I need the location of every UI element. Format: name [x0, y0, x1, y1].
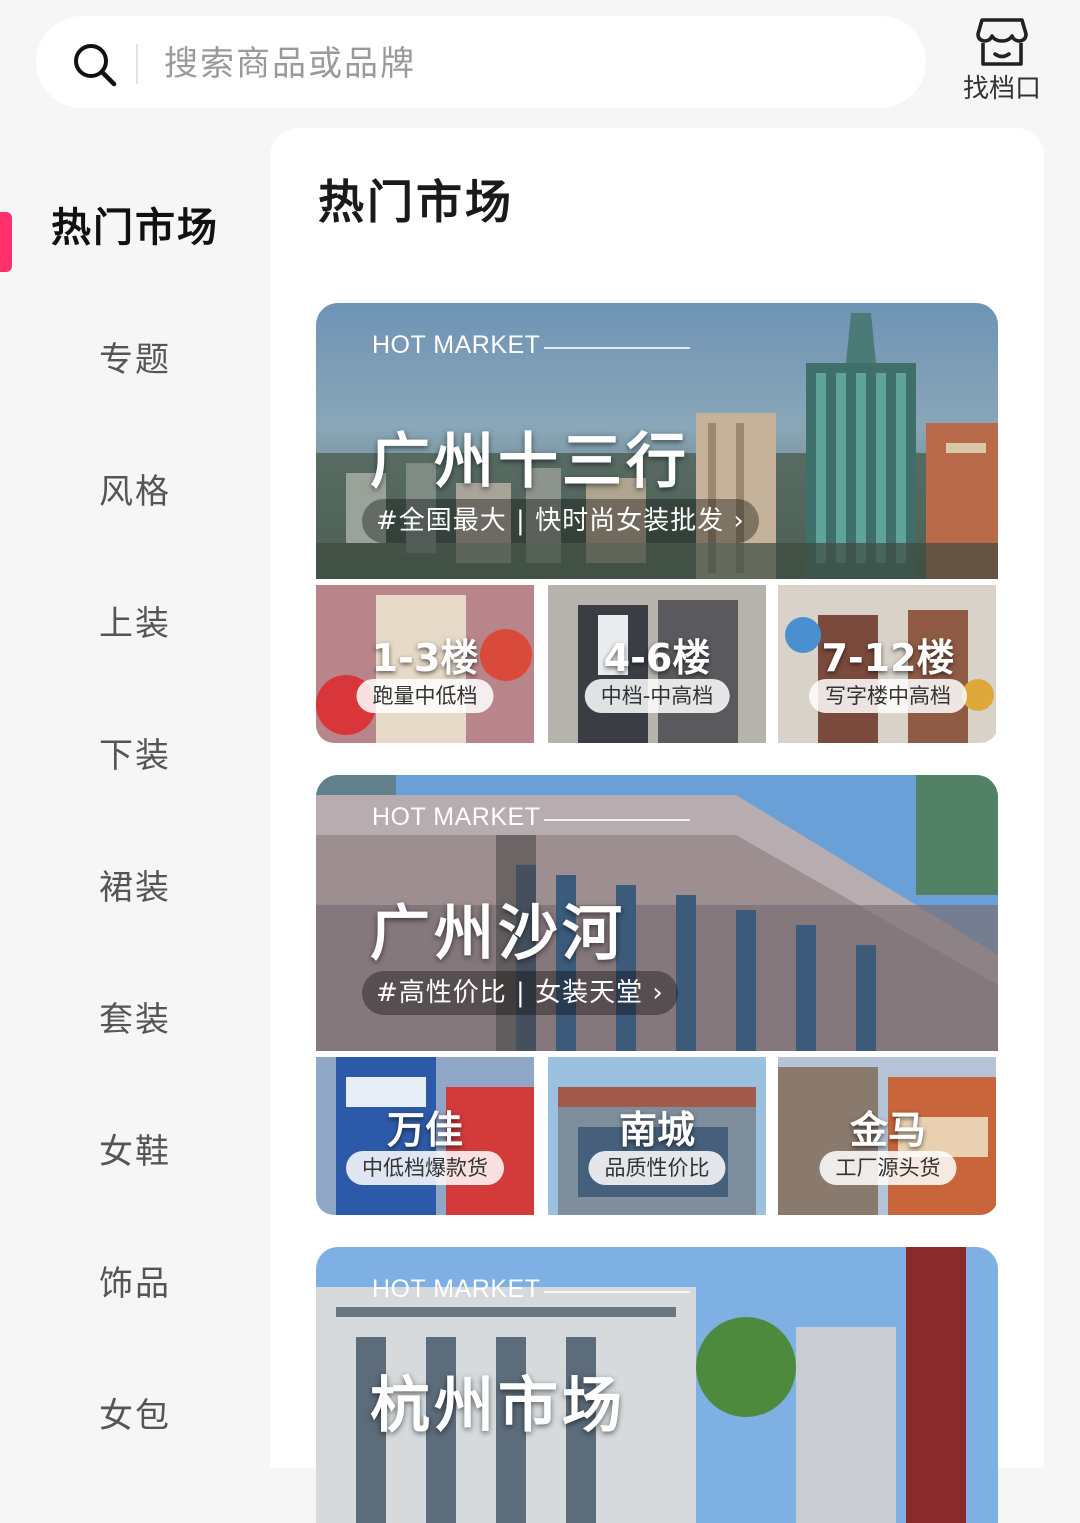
- search-divider: [136, 44, 138, 84]
- sidebar-item-bags[interactable]: 女包: [0, 1346, 270, 1478]
- find-stall-button[interactable]: 找档口: [956, 14, 1048, 110]
- hot-market-badge: HOT MARKET: [372, 331, 541, 359]
- market-building-row: 万佳 中低档爆款货 南城 品质性价比 金马 工厂源头货: [316, 1057, 998, 1217]
- sidebar-item-label: 套装: [99, 999, 171, 1040]
- building-tile-wanjia[interactable]: 万佳 中低档爆款货: [316, 1057, 534, 1215]
- building-title: 南城: [618, 1108, 695, 1152]
- building-tag: 品质性价比: [588, 1151, 726, 1185]
- sidebar-item-tops[interactable]: 上装: [0, 554, 270, 686]
- find-stall-label: 找档口: [962, 74, 1041, 104]
- market-banner[interactable]: HOT MARKET 杭州市场: [316, 1247, 998, 1523]
- sidebar-item-label: 上装: [99, 603, 171, 644]
- building-title: 金马: [849, 1108, 926, 1152]
- sidebar-item-label: 饰品: [99, 1263, 171, 1304]
- badge-divider: [544, 347, 690, 349]
- market-name: 杭州市场: [370, 1371, 626, 1441]
- hot-market-badge: HOT MARKET: [372, 1275, 541, 1303]
- market-floor-row: 1-3楼 跑量中低档 4-6楼 中档-中高档 7-12楼 写字楼中高档: [316, 585, 998, 745]
- market-tagline-link[interactable]: #高性价比 | 女装天堂 ›: [362, 971, 678, 1015]
- sidebar-item-label: 女鞋: [99, 1131, 171, 1172]
- category-sidebar: 热门市场 专题 风格 上装 下装 裙装 套装 女鞋 饰品 女包: [0, 140, 270, 1440]
- market-panel: 热门市场 HOT MARKET 广州十三行 #全国最大 | 快时尚女装批发 › …: [270, 128, 1044, 1523]
- floor-tag: 跑量中低档: [356, 679, 494, 713]
- search-input[interactable]: 搜索商品或品牌: [164, 44, 416, 84]
- sidebar-item-label: 女包: [99, 1395, 171, 1436]
- floor-title: 7-12楼: [821, 636, 955, 680]
- floor-tag: 写字楼中高档: [809, 679, 967, 713]
- sidebar-item-sets[interactable]: 套装: [0, 950, 270, 1082]
- search-icon: [74, 44, 117, 87]
- sidebar-item-hot-market[interactable]: 热门市场: [0, 158, 270, 290]
- floor-tile-7-12[interactable]: 7-12楼 写字楼中高档: [778, 585, 998, 743]
- sidebar-item-label: 专题: [99, 339, 171, 380]
- section-title: 热门市场: [318, 175, 514, 229]
- badge-divider: [544, 819, 690, 821]
- sidebar-item-style[interactable]: 风格: [0, 422, 270, 554]
- floor-tile-4-6[interactable]: 4-6楼 中档-中高档: [548, 585, 766, 743]
- floor-title: 4-6楼: [603, 636, 711, 680]
- building-tag: 工厂源头货: [819, 1151, 957, 1185]
- sidebar-item-bottoms[interactable]: 下装: [0, 686, 270, 818]
- hot-market-badge: HOT MARKET: [372, 803, 541, 831]
- sidebar-item-accessories[interactable]: 饰品: [0, 1214, 270, 1346]
- floor-tag: 中档-中高档: [584, 679, 730, 713]
- market-banner[interactable]: HOT MARKET 广州沙河 #高性价比 | 女装天堂 ›: [316, 775, 998, 1051]
- building-tile-jinma[interactable]: 金马 工厂源头货: [778, 1057, 998, 1215]
- sidebar-item-label: 裙装: [99, 867, 171, 908]
- market-card: HOT MARKET 广州十三行 #全国最大 | 快时尚女装批发 › 1-3楼 …: [316, 303, 998, 745]
- market-card: HOT MARKET 杭州市场: [316, 1247, 998, 1523]
- active-indicator: [0, 212, 12, 272]
- sidebar-item-label: 下装: [99, 735, 171, 776]
- market-tagline-link[interactable]: #全国最大 | 快时尚女装批发 ›: [362, 499, 759, 543]
- badge-divider: [544, 1291, 690, 1293]
- sidebar-item-label: 风格: [99, 471, 171, 512]
- floor-tile-1-3[interactable]: 1-3楼 跑量中低档: [316, 585, 534, 743]
- building-title: 万佳: [386, 1108, 463, 1152]
- building-tile-nancheng[interactable]: 南城 品质性价比: [548, 1057, 766, 1215]
- storefront-icon: [976, 18, 1028, 66]
- floor-title: 1-3楼: [371, 636, 479, 680]
- sidebar-item-shoes[interactable]: 女鞋: [0, 1082, 270, 1214]
- sidebar-item-topics[interactable]: 专题: [0, 290, 270, 422]
- building-tag: 中低档爆款货: [346, 1151, 504, 1185]
- market-name: 广州十三行: [370, 427, 690, 497]
- sidebar-item-dresses[interactable]: 裙装: [0, 818, 270, 950]
- market-banner[interactable]: HOT MARKET 广州十三行 #全国最大 | 快时尚女装批发 ›: [316, 303, 998, 579]
- sidebar-item-label: 热门市场: [51, 205, 219, 251]
- market-name: 广州沙河: [370, 899, 626, 969]
- market-card: HOT MARKET 广州沙河 #高性价比 | 女装天堂 › 万佳 中低档爆款货…: [316, 775, 998, 1217]
